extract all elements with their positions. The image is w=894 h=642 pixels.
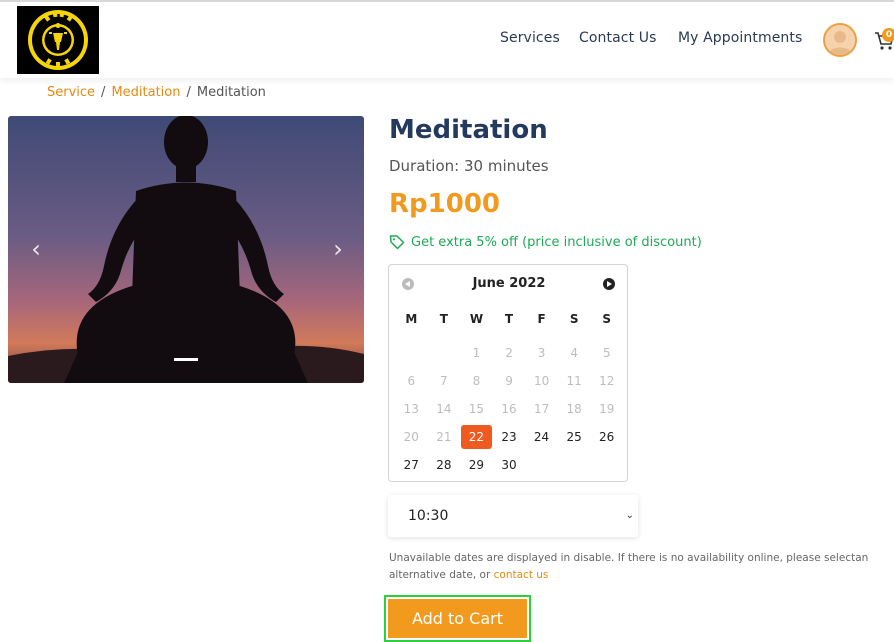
calendar-day[interactable]: 27 [395, 453, 428, 477]
calendar-day: 13 [403, 402, 419, 416]
calendar-week-row: 27 28 29 30 [395, 453, 623, 481]
image-carousel: ‹ › [8, 116, 364, 383]
calendar-weekday: T [439, 312, 448, 326]
calendar-day-empty [590, 453, 623, 477]
calendar-day[interactable]: 23 [493, 425, 526, 449]
discount-offer: Get extra 5% off (price inclusive of dis… [389, 234, 702, 250]
carousel-prev-icon[interactable]: ‹ [26, 234, 46, 264]
calendar-week-row: 6 7 8 9 10 11 12 [395, 369, 623, 397]
calendar-day: 18 [566, 402, 582, 416]
product-price: Rp1000 [389, 189, 500, 219]
calendar-day: 20 [403, 430, 419, 444]
calendar-day[interactable]: 25 [558, 425, 591, 449]
next-month-icon[interactable] [603, 278, 615, 290]
calendar-weekday: F [537, 312, 546, 326]
calendar-weekday: S [602, 312, 612, 326]
calendar-weekday: M [405, 312, 418, 326]
calendar-day: 7 [440, 374, 448, 388]
breadcrumb-service-link[interactable]: Service [47, 85, 95, 100]
calendar-day: 17 [533, 402, 550, 416]
calendar-day: 14 [436, 402, 452, 416]
calendar-day: 9 [505, 374, 513, 388]
cart-count-badge: 0 [882, 28, 894, 42]
calendar-month-label: June 2022 [472, 276, 546, 291]
add-to-cart-focus-ring: Add to Cart [384, 595, 531, 642]
nav-appointments-link[interactable]: My Appointments [678, 30, 802, 46]
nav-contact-link[interactable]: Contact Us [579, 30, 656, 46]
calendar-day: 12 [599, 374, 615, 388]
breadcrumb-separator: / [101, 85, 106, 100]
breadcrumb-separator: / [186, 85, 191, 100]
calendar-day: 21 [436, 430, 452, 444]
carousel-indicator[interactable] [174, 358, 198, 361]
calendar-day-empty [525, 453, 558, 477]
main-nav: Services Contact Us My Appointments [0, 30, 894, 54]
tag-icon [389, 235, 405, 250]
calendar-day: 4 [570, 346, 578, 360]
calendar-day: 6 [407, 374, 416, 388]
user-avatar-icon [828, 31, 852, 55]
calendar-weekday: W [469, 312, 484, 326]
breadcrumb: Service / Meditation / Meditation [47, 85, 266, 100]
calendar-day: 15 [468, 402, 485, 416]
product-title: Meditation [389, 115, 548, 145]
calendar-weekday: S [569, 312, 579, 326]
calendar-day[interactable]: 24 [525, 425, 558, 449]
contact-us-link[interactable]: contact us [494, 569, 549, 581]
calendar-week-row: 13 14 15 16 17 18 19 [395, 397, 623, 425]
calendar-day[interactable]: 30 [493, 453, 526, 477]
meditation-photo [8, 116, 364, 383]
calendar-day[interactable]: 28 [428, 453, 461, 477]
time-slot-select[interactable]: 10:30 ⌄ [388, 495, 638, 537]
notice-text: Unavailable dates are displayed in disab… [389, 552, 869, 581]
calendar-week-row: 20 21 22 23 24 25 26 [395, 425, 623, 453]
calendar-day: 16 [501, 402, 517, 416]
calendar-day: 1 [472, 346, 481, 360]
calendar-day-empty [428, 341, 461, 365]
calendar-day-empty [558, 453, 591, 477]
calendar-day: 11 [566, 374, 582, 388]
calendar-day: 5 [602, 346, 611, 360]
chevron-down-icon: ⌄ [625, 510, 634, 521]
calendar-weekday: T [504, 312, 514, 326]
breadcrumb-meditation-link[interactable]: Meditation [111, 85, 180, 100]
calendar-day-grid: 1 2 3 4 5 6 7 8 9 10 11 12 13 14 15 16 17 18 19 20 21 22 23 24 2… [395, 341, 623, 481]
calendar-week-row: 1 2 3 4 5 [395, 341, 623, 369]
add-to-cart-button[interactable]: Add to Cart [388, 599, 527, 638]
calendar-day: 2 [505, 346, 513, 360]
user-avatar[interactable] [823, 23, 857, 57]
breadcrumb-current: Meditation [196, 85, 266, 100]
calendar-day[interactable]: 29 [460, 453, 493, 477]
product-duration: Duration: 30 minutes [389, 157, 549, 175]
calendar-day: 10 [533, 374, 550, 388]
calendar-day-empty [395, 341, 428, 365]
calendar-day: 3 [537, 346, 546, 360]
calendar-day: 19 [599, 402, 615, 416]
nav-services-link[interactable]: Services [500, 30, 560, 46]
calendar-weekday-header: MTWTFSS [395, 312, 623, 326]
availability-notice: Unavailable dates are displayed in disab… [389, 550, 894, 584]
date-picker: June 2022 MTWTFSS 1 2 3 4 5 6 7 8 9 10 11 12 13 14 15 1… [388, 264, 628, 482]
calendar-day[interactable]: 26 [590, 425, 623, 449]
time-slot-value: 10:30 [408, 508, 449, 524]
offer-text: Get extra 5% off (price inclusive of dis… [411, 234, 702, 250]
carousel-next-icon[interactable]: › [328, 234, 348, 264]
calendar-day-selected[interactable]: 22 [461, 425, 492, 449]
calendar-day: 8 [472, 374, 481, 388]
site-header: Services Contact Us My Appointments 0 [0, 2, 894, 78]
